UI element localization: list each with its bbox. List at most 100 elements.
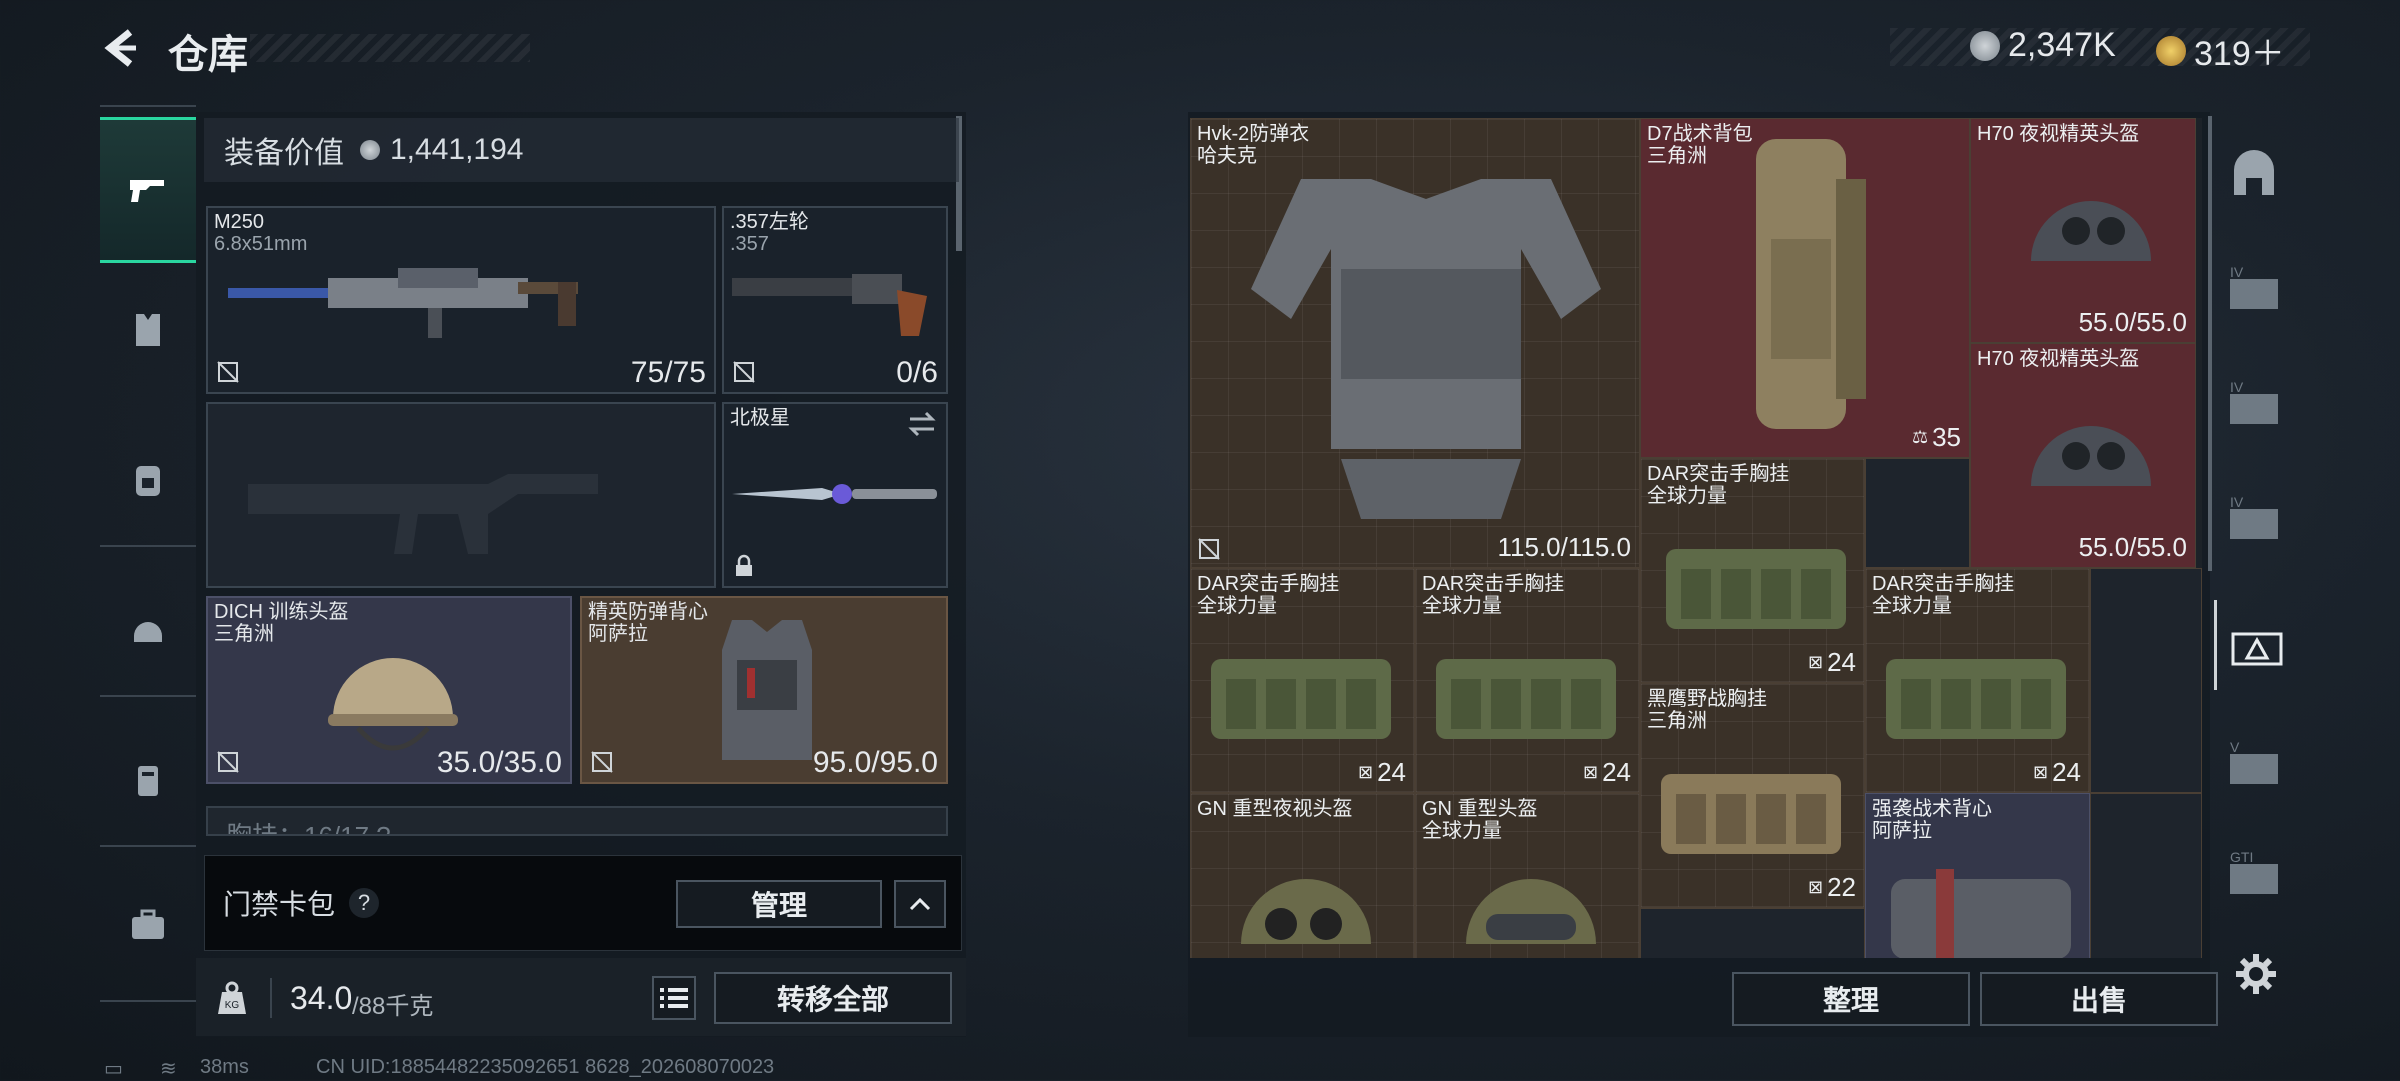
storage-tab-nav: IV IV IV V GTI [2214, 130, 2294, 1010]
item-name: 黑鹰野战胸挂 [1647, 688, 1767, 710]
storage-empty-cell[interactable] [1640, 908, 1865, 958]
sort-button[interactable]: 整理 [1732, 972, 1970, 1026]
currency-coins[interactable]: 2,347K [1970, 26, 2116, 65]
nv-helmet-image [2031, 201, 2151, 261]
manage-button[interactable]: 管理 [676, 880, 882, 928]
storage-tab-4[interactable]: IV [2214, 475, 2294, 565]
item-count: 0/6 [896, 356, 938, 389]
item-count: 24 [1602, 757, 1631, 787]
gear-icon[interactable] [2234, 952, 2278, 996]
weight-icon: ⚖ [1911, 427, 1929, 447]
assault-vest-image [1891, 869, 2071, 958]
capacity-icon: ⊠ [1807, 652, 1824, 672]
item-name: DAR突击手胸挂 [1872, 573, 2015, 595]
storage-scrollbar[interactable] [2208, 116, 2212, 571]
storage-expansion-icon: GTI [2230, 850, 2278, 894]
storage-expansion-icon [2231, 632, 2283, 666]
nav-backpack[interactable] [100, 435, 196, 525]
equipment-value-label: 装备价值 [224, 137, 344, 170]
slot-primary-weapon[interactable]: M250 6.8x51mm 75/75 [206, 206, 716, 394]
nav-weapons[interactable] [100, 117, 196, 263]
item-name: DAR突击手胸挂 [1197, 573, 1340, 595]
item-name: GN 重型夜视头盔 [1197, 798, 1353, 820]
storage-tab-7[interactable]: GTI [2214, 830, 2294, 920]
back-arrow-icon[interactable] [100, 26, 144, 70]
nav-chest-rig[interactable] [100, 285, 196, 375]
storage-item-nv-helmet-1[interactable]: H70 夜视精英头盔 55.0/55.0 [1970, 118, 2196, 343]
slot-armor[interactable]: 精英防弹背心 阿萨拉 95.0/95.0 [580, 596, 948, 784]
capacity-icon: ⊠ [2032, 762, 2049, 782]
storage-item-chest-rig[interactable]: DAR突击手胸挂 全球力量 ⊠ 24 [1640, 458, 1865, 683]
item-sub: 全球力量 [1647, 485, 1727, 507]
swap-icon[interactable] [906, 410, 938, 438]
item-sub: 三角洲 [1647, 710, 1707, 732]
list-view-button[interactable] [652, 976, 696, 1020]
storage-tab-6[interactable]: V [2214, 720, 2294, 810]
uid-text: CN UID:18854482235092651 8628_2026080700… [316, 1056, 775, 1078]
storage-item-gn-helmet[interactable]: GN 重型头盔 全球力量 [1415, 793, 1640, 958]
chest-rig-image [1436, 659, 1616, 739]
slot-melee[interactable]: 北极星 [722, 402, 948, 588]
slot-pistol[interactable]: .357左轮 .357 0/6 [722, 206, 948, 394]
slot-secondary-weapon[interactable] [206, 402, 716, 588]
storage-tab-2[interactable]: IV [2214, 245, 2294, 335]
item-count: 75/75 [630, 356, 706, 389]
transfer-all-button[interactable]: 转移全部 [714, 972, 952, 1024]
storage-item-vest[interactable]: Hvk-2防弹衣 哈夫克 115.0/115.0 [1190, 118, 1640, 568]
slot-helmet[interactable]: DICH 训练头盔 三角洲 35.0/35.0 [206, 596, 572, 784]
svg-text:V: V [2230, 740, 2240, 755]
gn-nv-helmet-image [1241, 879, 1371, 944]
storage-tab-3[interactable]: IV [2214, 360, 2294, 450]
item-count: 95.0/95.0 [812, 746, 938, 779]
empty-rifle-silhouette [248, 474, 598, 554]
keycard-help-icon[interactable]: ? [349, 888, 380, 918]
storage-empty-cell[interactable] [2090, 793, 2202, 958]
keycard-label: 门禁卡包 [223, 889, 336, 920]
nav-armor[interactable] [100, 735, 196, 825]
storage-item-backpack[interactable]: D7战术背包 三角洲 ⚖ 35 [1640, 118, 1970, 458]
storage-item-assault-vest[interactable]: 强袭战术背心 阿萨拉 [1865, 793, 2090, 958]
storage-item-chest-rig[interactable]: DAR突击手胸挂 全球力量 ⊠ 24 [1190, 568, 1415, 793]
nav-case[interactable] [100, 880, 196, 970]
list-icon [660, 988, 688, 1008]
item-sub: 全球力量 [1197, 595, 1277, 617]
coin-icon [1970, 30, 2000, 61]
storage-item-chest-rig[interactable]: DAR突击手胸挂 全球力量 ⊠ 24 [1415, 568, 1640, 793]
item-sub: 全球力量 [1872, 595, 1952, 617]
currency-gems[interactable]: 319＋ [2156, 26, 2285, 75]
revolver-image [732, 274, 927, 336]
svg-text:IV: IV [2230, 265, 2244, 280]
svg-text:KG: KG [225, 1000, 240, 1011]
storage-tab-5-active[interactable] [2214, 600, 2297, 690]
weight-current: 34.0 [290, 980, 353, 1016]
item-count: 24 [1827, 647, 1856, 677]
storage-item-chest-rig-blackhawk[interactable]: 黑鹰野战胸挂 三角洲 ⊠ 22 [1640, 683, 1865, 908]
storage-expansion-icon: IV [2230, 380, 2278, 424]
wifi-icon: ≋ [160, 1058, 177, 1080]
item-count: 35.0/35.0 [436, 746, 562, 779]
item-name: DAR突击手胸挂 [1647, 463, 1790, 485]
chest-rig-image [1666, 549, 1846, 629]
ping-text: 38ms [200, 1056, 249, 1078]
sell-button[interactable]: 出售 [1980, 972, 2218, 1026]
storage-item-chest-rig[interactable]: DAR突击手胸挂 全球力量 ⊠ 24 [1865, 568, 2090, 793]
backpack-image [1756, 139, 1866, 429]
storage-expansion-icon: IV [2230, 265, 2278, 309]
item-count: 22 [1827, 872, 1856, 902]
nav-helmet[interactable] [100, 585, 196, 675]
equipment-value-amount: 1,441,194 [390, 133, 524, 166]
storage-tab-1[interactable] [2214, 130, 2294, 220]
capacity-icon: ⊠ [1357, 762, 1374, 782]
chest-rig-row[interactable]: 胸挂：16/17 ? [206, 806, 948, 836]
item-count: 35 [1932, 422, 1961, 452]
item-name: GN 重型头盔 [1422, 798, 1538, 820]
storage-item-nv-helmet-2[interactable]: H70 夜视精英头盔 55.0/55.0 [1970, 343, 2196, 568]
storage-item-gn-nv-helmet[interactable]: GN 重型夜视头盔 [1190, 793, 1415, 958]
storage-expansion-icon: IV [2230, 495, 2278, 539]
collapse-button[interactable] [894, 880, 946, 928]
backpack-icon [136, 466, 160, 496]
item-count: 24 [1377, 757, 1406, 787]
storage-empty-cell[interactable] [1865, 458, 1970, 568]
storage-empty-cell[interactable] [2090, 568, 2202, 793]
item-name: Hvk-2防弹衣 [1197, 123, 1310, 145]
